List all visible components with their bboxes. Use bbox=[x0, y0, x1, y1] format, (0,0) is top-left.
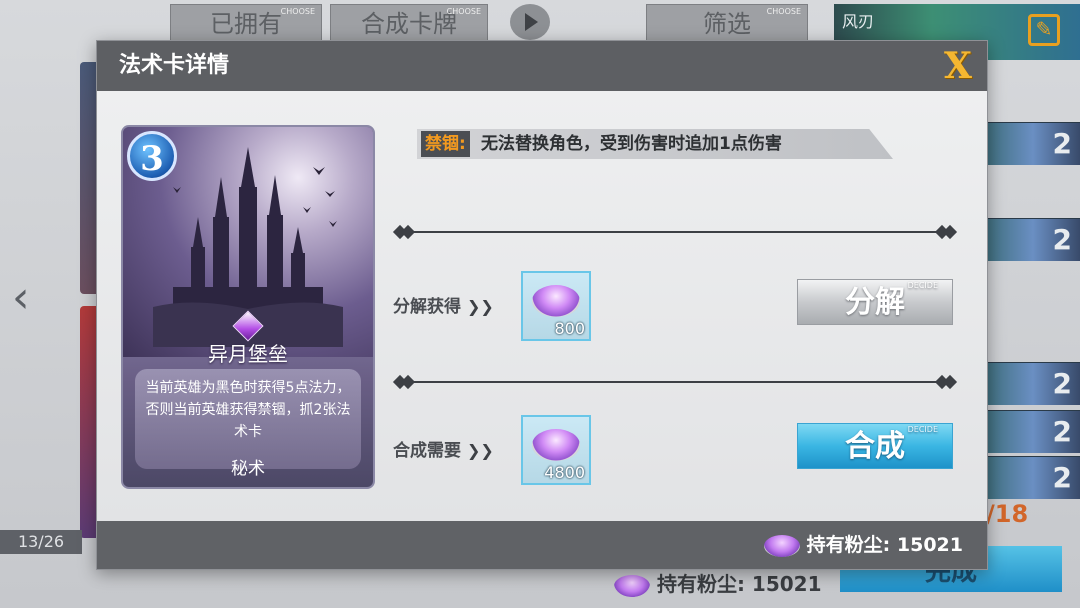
dialog-title: 法术卡详情 bbox=[119, 53, 230, 78]
decompose-button-label: 分解 bbox=[845, 285, 905, 320]
side-card-count: 2 bbox=[1052, 461, 1072, 494]
tab-craft-cards-label: 合成卡牌 bbox=[361, 10, 457, 38]
side-card-2[interactable]: 2 bbox=[986, 218, 1080, 261]
decompose-dust-reward: 800 bbox=[521, 271, 591, 341]
chevron-left-icon[interactable]: ‹ bbox=[12, 272, 64, 324]
side-card-count: 2 bbox=[1052, 127, 1072, 160]
spell-card-detail-dialog: 法术卡详情 X 3 异月堡垒 当前英雄为黑色时获得5点法力，否则当前英雄获得禁锢… bbox=[96, 40, 988, 570]
dialog-footer: 持有粉尘: 15021 bbox=[97, 521, 987, 569]
tab-filter-label: 筛选 bbox=[703, 10, 751, 38]
status-effect-banner: 禁锢: 无法替换角色，受到伤害时追加1点伤害 bbox=[417, 129, 893, 159]
play-icon-glyph bbox=[525, 13, 538, 31]
divider bbox=[392, 374, 958, 390]
decompose-label-text: 分解获得 bbox=[393, 297, 461, 317]
craft-button-tag: DECIDE bbox=[907, 425, 938, 434]
spell-card: 3 异月堡垒 当前英雄为黑色时获得5点法力，否则当前英雄获得禁锢，抓2张法术卡 … bbox=[121, 125, 375, 489]
close-icon[interactable]: X bbox=[941, 48, 975, 84]
side-card-1[interactable]: 2 bbox=[986, 122, 1080, 165]
divider-line bbox=[411, 381, 939, 383]
craft-dust-amount: 4800 bbox=[544, 463, 585, 482]
tab-craft-cards-tag: CHOOSE bbox=[446, 7, 481, 16]
card-type: 秘术 bbox=[231, 459, 265, 479]
tab-owned-tag: CHOOSE bbox=[280, 7, 315, 16]
tab-filter-tag: CHOOSE bbox=[766, 7, 801, 16]
edit-icon[interactable]: ✎ bbox=[1028, 14, 1060, 46]
craft-button-label: 合成 bbox=[845, 429, 905, 464]
divider bbox=[392, 224, 958, 240]
double-chevron-right-icon: ❯❯ bbox=[467, 441, 494, 460]
craft-button[interactable]: 合成 DECIDE bbox=[797, 423, 953, 469]
side-card-3[interactable]: 2 bbox=[986, 362, 1080, 405]
craft-label: 合成需要 ❯❯ bbox=[393, 438, 494, 464]
decompose-label: 分解获得 ❯❯ bbox=[393, 294, 494, 320]
card-name: 异月堡垒 bbox=[208, 342, 288, 366]
background-dust-total: 持有粉尘: 15021 bbox=[614, 568, 822, 600]
status-description: 无法替换角色，受到伤害时追加1点伤害 bbox=[481, 134, 782, 154]
owned-dust: 持有粉尘: 15021 bbox=[764, 531, 963, 559]
background-dust-label: 持有粉尘: 15021 bbox=[656, 572, 822, 596]
tab-owned[interactable]: 已拥有 CHOOSE bbox=[170, 4, 322, 44]
side-card-count: 2 bbox=[1052, 223, 1072, 256]
decompose-button[interactable]: 分解 DECIDE bbox=[797, 279, 953, 325]
decompose-button-tag: DECIDE bbox=[907, 281, 938, 290]
double-chevron-right-icon: ❯❯ bbox=[467, 297, 494, 316]
tab-craft-cards[interactable]: 合成卡牌 CHOOSE bbox=[330, 4, 488, 44]
card-description: 当前英雄为黑色时获得5点法力，否则当前英雄获得禁锢，抓2张法术卡 bbox=[145, 380, 351, 440]
play-icon[interactable] bbox=[510, 4, 550, 40]
dust-icon bbox=[614, 574, 650, 597]
status-keyword: 禁锢: bbox=[421, 131, 470, 157]
tab-owned-label: 已拥有 bbox=[210, 10, 282, 38]
dust-icon bbox=[532, 285, 580, 317]
owned-dust-label: 持有粉尘: 15021 bbox=[806, 534, 963, 556]
decompose-dust-amount: 800 bbox=[554, 319, 585, 338]
mana-cost-badge: 3 bbox=[127, 131, 177, 181]
dust-icon bbox=[532, 429, 580, 461]
dust-icon bbox=[764, 534, 801, 557]
divider-line bbox=[411, 231, 939, 233]
page-counter: 13/26 bbox=[0, 530, 82, 554]
fragment-count: /18 bbox=[986, 500, 1029, 528]
dialog-body: 3 异月堡垒 当前英雄为黑色时获得5点法力，否则当前英雄获得禁锢，抓2张法术卡 … bbox=[97, 91, 987, 521]
craft-label-text: 合成需要 bbox=[393, 441, 461, 461]
side-card-count: 2 bbox=[1052, 415, 1072, 448]
side-card-4[interactable]: 2 bbox=[986, 410, 1080, 453]
dialog-header: 法术卡详情 X bbox=[97, 41, 987, 91]
hero-banner-label: 风刃 bbox=[842, 12, 875, 31]
tab-filter[interactable]: 筛选 CHOOSE bbox=[646, 4, 808, 44]
side-card-count: 2 bbox=[1052, 367, 1072, 400]
craft-dust-cost: 4800 bbox=[521, 415, 591, 485]
side-card-5[interactable]: 2 bbox=[986, 456, 1080, 499]
